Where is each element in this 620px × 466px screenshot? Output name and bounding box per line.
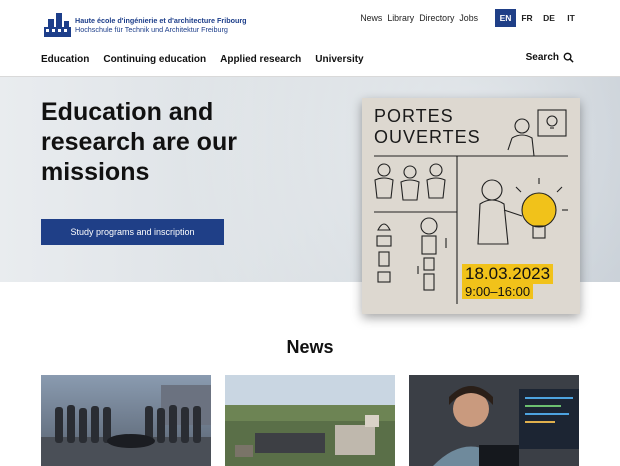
news-card-2[interactable] (225, 375, 395, 466)
poster-date: 18.03.2023 (462, 264, 554, 284)
language-en[interactable]: EN (495, 9, 516, 27)
poster-title-line2: OUVERTES (374, 127, 481, 147)
school-logo[interactable]: Haute école d'ingénierie et d'architectu… (44, 12, 247, 38)
utility-link-library[interactable]: Library (387, 13, 414, 23)
open-days-poster[interactable]: PORTES OUVERTES 18.03.2023 9:00–16:00 (362, 98, 580, 314)
nav-item-applied-research[interactable]: Applied research (220, 54, 301, 65)
utility-link-jobs[interactable]: Jobs (459, 13, 478, 23)
news-image-solar-car-team (41, 375, 211, 466)
study-programs-button[interactable]: Study programs and inscription (41, 219, 224, 245)
main-navigation: Education Continuing education Applied r… (0, 42, 620, 77)
top-bar: Haute école d'ingénierie et d'architectu… (0, 0, 620, 42)
news-image-student-computer (409, 375, 579, 466)
search-button[interactable]: Search (526, 52, 574, 63)
hero-title: Education and research are our missions (41, 98, 237, 186)
news-card-3[interactable] (409, 375, 579, 466)
utility-link-news[interactable]: News (360, 13, 382, 23)
utility-links: News Library Directory Jobs (360, 13, 478, 23)
news-heading: News (286, 337, 334, 357)
language-fr[interactable]: FR (516, 9, 538, 27)
search-icon (563, 52, 574, 63)
nav-item-education[interactable]: Education (41, 54, 89, 65)
poster-time: 9:00–16:00 (462, 284, 534, 299)
language-switcher: EN FR DE IT (495, 9, 582, 27)
utility-link-directory[interactable]: Directory (419, 13, 454, 23)
logo-text-french: Haute école d'ingénierie et d'architectu… (75, 16, 247, 25)
search-label: Search (525, 52, 559, 63)
news-card-1[interactable] (41, 375, 211, 466)
poster-title: PORTES OUVERTES (374, 106, 481, 148)
poster-title-line1: PORTES (374, 106, 454, 126)
nav-item-continuing-education[interactable]: Continuing education (103, 54, 206, 65)
logo-text-german: Hochschule für Technik und Architektur F… (75, 25, 228, 34)
logo-building-icon (44, 13, 71, 37)
language-it[interactable]: IT (560, 9, 582, 27)
news-image-campus-aerial (225, 375, 395, 466)
nav-item-university[interactable]: University (315, 54, 363, 65)
language-de[interactable]: DE (538, 9, 560, 27)
